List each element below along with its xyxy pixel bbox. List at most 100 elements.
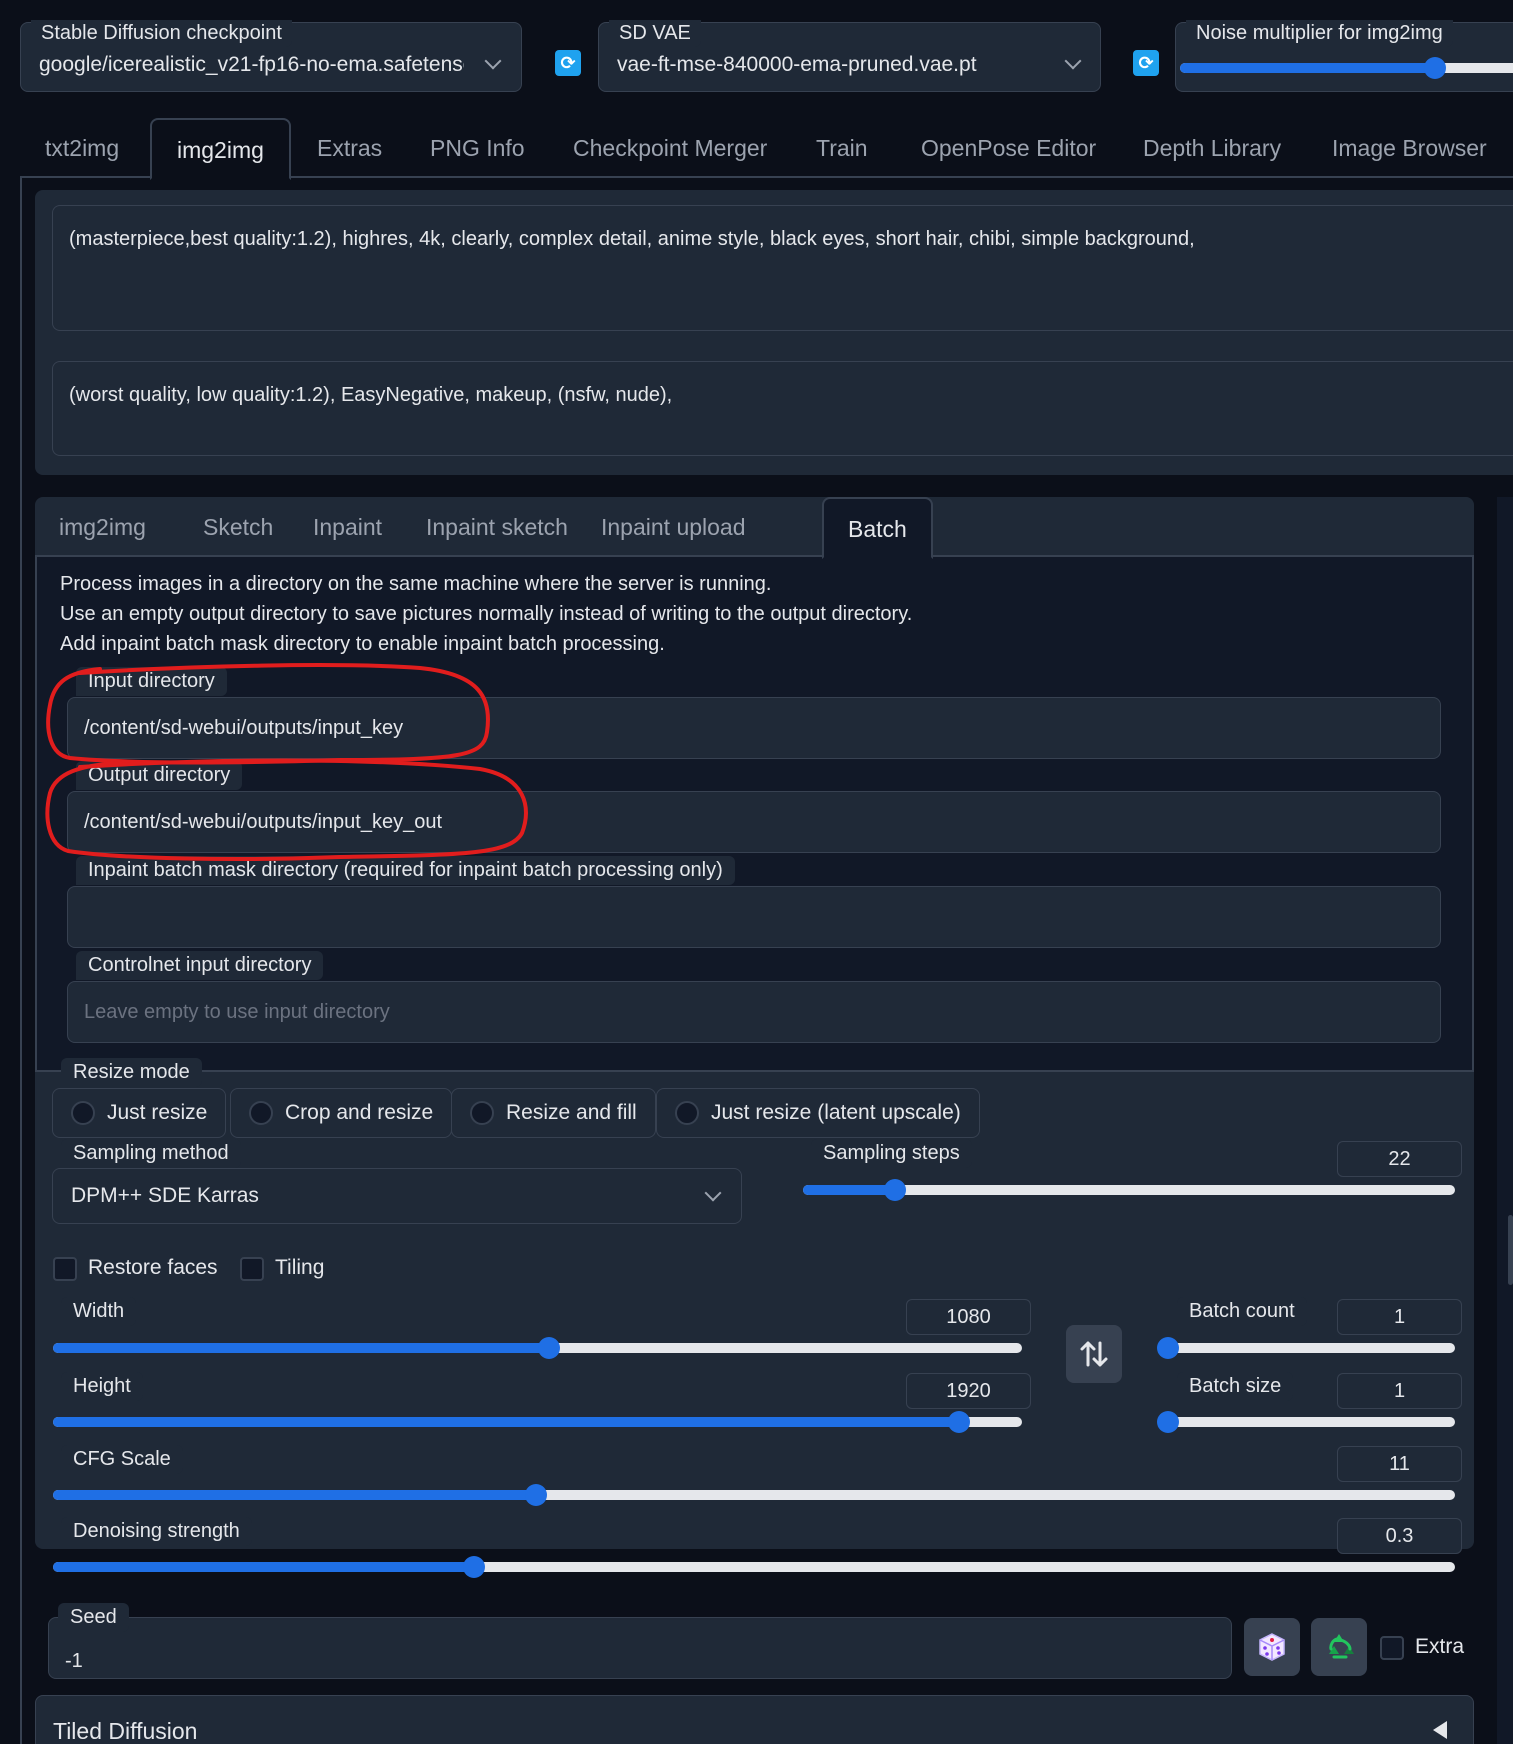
tiling-checkbox[interactable] (240, 1257, 264, 1281)
sampling-steps-label: Sampling steps (811, 1139, 972, 1168)
sampling-steps-thumb[interactable] (883, 1179, 906, 1201)
noise-multiplier-block: Noise multiplier for img2img (1175, 20, 1513, 92)
denoising-strength-slider[interactable] (53, 1556, 1455, 1578)
denoising-strength-input[interactable]: 0.3 (1337, 1518, 1462, 1554)
swap-dimensions-button[interactable] (1066, 1325, 1122, 1383)
negative-prompt-input[interactable]: (worst quality, low quality:1.2), EasyNe… (52, 361, 1513, 456)
extra-seed-checkbox[interactable] (1380, 1636, 1404, 1660)
batch-info-line: Process images in a directory on the sam… (60, 573, 772, 595)
controlnet-directory-label: Controlnet input directory (76, 951, 324, 980)
subtab-img2img[interactable]: img2img (35, 497, 170, 557)
seed-input[interactable]: -1 (48, 1617, 1232, 1679)
checkpoint-select[interactable]: Stable Diffusion checkpoint google/icere… (20, 20, 522, 92)
batch-count-slider[interactable] (1157, 1337, 1455, 1359)
input-directory-field[interactable]: /content/sd-webui/outputs/input_key (67, 697, 1441, 759)
noise-multiplier-thumb[interactable] (1424, 57, 1446, 79)
triangle-left-icon (1433, 1721, 1447, 1739)
tab-image-browser[interactable]: Image Browser (1307, 118, 1512, 178)
checkpoint-value: google/icerealistic_v21-fp16-no-ema.safe… (39, 53, 464, 76)
positive-prompt-input[interactable]: (masterpiece,best quality:1.2), highres,… (52, 205, 1513, 331)
tab-img2img[interactable]: img2img (150, 118, 291, 180)
restore-faces-checkbox[interactable] (53, 1257, 77, 1281)
radio-label: Crop and resize (285, 1101, 434, 1124)
batch-size-input[interactable]: 1 (1337, 1373, 1462, 1409)
tab-depth-library[interactable]: Depth Library (1118, 118, 1306, 178)
tiling-label: Tiling (275, 1256, 325, 1279)
width-slider[interactable] (53, 1337, 1022, 1359)
random-seed-button[interactable] (1244, 1618, 1300, 1676)
radio-circle (675, 1101, 699, 1125)
recycle-icon (1329, 1634, 1354, 1659)
cfg-scale-slider[interactable] (53, 1484, 1455, 1506)
sampling-steps-input[interactable]: 22 (1337, 1141, 1462, 1177)
refresh-icon[interactable]: ⟳ (555, 50, 581, 76)
swap-icon (1080, 1341, 1108, 1367)
noise-multiplier-label: Noise multiplier for img2img (1186, 20, 1453, 47)
radio-circle (71, 1101, 95, 1125)
subtab-sketch[interactable]: Sketch (179, 497, 297, 557)
sampling-method-value: DPM++ SDE Karras (71, 1184, 259, 1207)
radio-label: Just resize (latent upscale) (711, 1101, 961, 1124)
tab-checkpoint-merger[interactable]: Checkpoint Merger (548, 118, 792, 178)
subtab-inpaint-sketch[interactable]: Inpaint sketch (402, 497, 592, 557)
tab-png-info[interactable]: PNG Info (405, 118, 550, 178)
height-slider[interactable] (53, 1411, 1022, 1433)
output-directory-field[interactable]: /content/sd-webui/outputs/input_key_out (67, 791, 1441, 853)
width-fill (53, 1343, 550, 1353)
mask-directory-label: Inpaint batch mask directory (required f… (76, 856, 735, 885)
radio-just-resize-latent[interactable]: Just resize (latent upscale) (656, 1088, 980, 1138)
noise-multiplier-fill (1180, 63, 1435, 73)
sampling-method-select[interactable]: DPM++ SDE Karras (52, 1168, 742, 1224)
tab-openpose-editor[interactable]: OpenPose Editor (896, 118, 1121, 178)
subtab-inpaint-upload[interactable]: Inpaint upload (577, 497, 770, 557)
subtab-inpaint[interactable]: Inpaint (289, 497, 406, 557)
mask-directory-field[interactable] (67, 886, 1441, 948)
extra-seed-label: Extra (1415, 1635, 1465, 1658)
batch-count-input[interactable]: 1 (1337, 1299, 1462, 1335)
width-input[interactable]: 1080 (906, 1299, 1031, 1335)
seed-label: Seed (58, 1603, 129, 1632)
sampling-steps-fill (803, 1185, 895, 1195)
reuse-seed-button[interactable] (1311, 1618, 1367, 1676)
denoising-strength-thumb[interactable] (462, 1556, 485, 1578)
radio-resize-and-fill[interactable]: Resize and fill (451, 1088, 656, 1138)
batch-size-slider[interactable] (1157, 1411, 1455, 1433)
noise-multiplier-slider[interactable] (1180, 57, 1513, 79)
seed-value: -1 (65, 1650, 83, 1672)
radio-label: Resize and fill (506, 1101, 637, 1124)
tiled-diffusion-accordion[interactable]: Tiled Diffusion (35, 1695, 1474, 1744)
img2img-sub-tabs: img2img Sketch Inpaint Inpaint sketch In… (35, 497, 1474, 559)
tiled-diffusion-label: Tiled Diffusion (53, 1718, 198, 1744)
cfg-scale-input[interactable]: 11 (1337, 1446, 1462, 1482)
controlnet-directory-field[interactable]: Leave empty to use input directory (67, 981, 1441, 1043)
height-fill (53, 1417, 960, 1427)
radio-just-resize[interactable]: Just resize (52, 1088, 227, 1138)
tab-train[interactable]: Train (791, 118, 893, 178)
sampling-method-label: Sampling method (61, 1139, 241, 1168)
sampling-steps-slider[interactable] (803, 1179, 1455, 1201)
vae-label: SD VAE (609, 20, 701, 47)
resize-mode-label: Resize mode (61, 1058, 202, 1087)
scrollbar-track[interactable] (1497, 497, 1513, 1744)
refresh-icon[interactable]: ⟳ (1133, 50, 1159, 76)
chevron-down-icon (704, 1184, 722, 1202)
chevron-down-icon (484, 52, 502, 70)
subtab-batch[interactable]: Batch (822, 497, 933, 559)
batch-count-label: Batch count (1177, 1297, 1307, 1326)
tab-txt2img[interactable]: txt2img (20, 118, 144, 178)
width-label: Width (61, 1297, 137, 1326)
radio-crop-and-resize[interactable]: Crop and resize (230, 1088, 453, 1138)
batch-size-thumb[interactable] (1157, 1411, 1179, 1433)
vae-value: vae-ft-mse-840000-ema-pruned.vae.pt (617, 53, 977, 76)
height-input[interactable]: 1920 (906, 1373, 1031, 1409)
radio-circle (249, 1101, 273, 1125)
batch-info-line: Add inpaint batch mask directory to enab… (60, 633, 665, 655)
scrollbar-thumb[interactable] (1508, 1215, 1513, 1285)
checkpoint-label: Stable Diffusion checkpoint (31, 20, 292, 47)
vae-select[interactable]: SD VAE vae-ft-mse-840000-ema-pruned.vae.… (598, 20, 1101, 92)
denoising-strength-fill (53, 1562, 474, 1572)
denoising-strength-label: Denoising strength (61, 1517, 252, 1546)
output-directory-label: Output directory (76, 761, 243, 790)
tab-extras[interactable]: Extras (292, 118, 407, 178)
batch-count-thumb[interactable] (1157, 1337, 1179, 1359)
